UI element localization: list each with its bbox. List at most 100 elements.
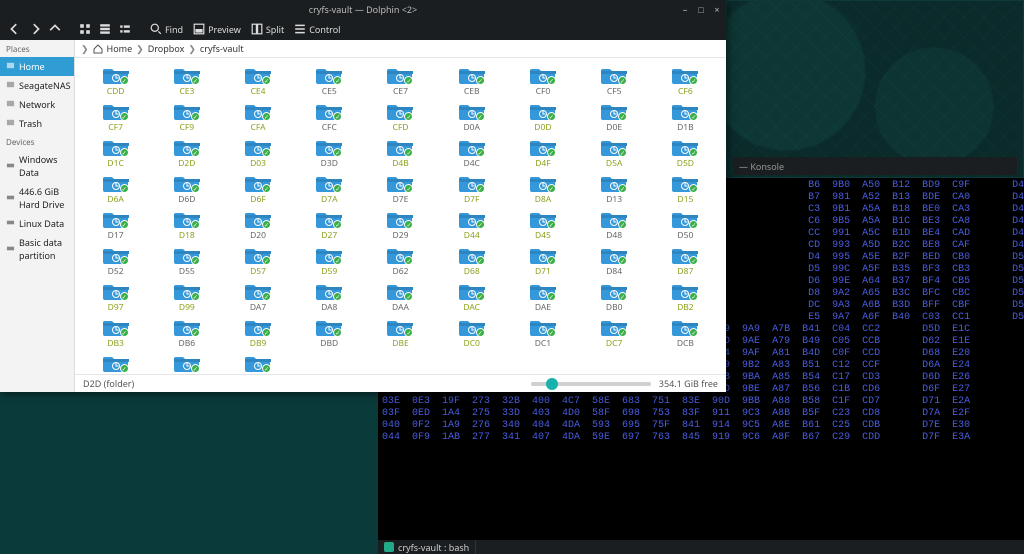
folder-item[interactable]: ✓DC1 xyxy=(508,316,577,350)
crumb-current[interactable]: cryfs-vault xyxy=(200,42,244,55)
folder-item[interactable]: ✓D0D xyxy=(508,100,577,134)
titlebar[interactable]: cryfs-vault — Dolphin <2> – □ × xyxy=(0,0,726,18)
split-button[interactable]: Split xyxy=(247,21,288,38)
folder-item[interactable]: ✓CEB xyxy=(437,64,506,98)
folder-item[interactable]: ✓D2D xyxy=(152,136,221,170)
sidebar-device[interactable]: Basic data partition xyxy=(0,233,74,265)
folder-item[interactable]: ✓D6D xyxy=(152,172,221,206)
sidebar-device[interactable]: 446.6 GiB Hard Drive xyxy=(0,182,74,214)
folder-item[interactable]: ✓D7E xyxy=(366,172,435,206)
folder-item[interactable]: ✓D5A xyxy=(580,136,649,170)
folder-item[interactable]: ✓DA7 xyxy=(223,280,292,314)
folder-item[interactable]: ✓D5D xyxy=(651,136,720,170)
folder-item[interactable]: ✓D8A xyxy=(508,172,577,206)
folder-item[interactable]: ✓DBD xyxy=(295,316,364,350)
folder-item[interactable]: ✓D17 xyxy=(81,208,150,242)
folder-item[interactable]: ✓DC7 xyxy=(580,316,649,350)
maximize-button[interactable]: □ xyxy=(696,4,706,14)
folder-item[interactable]: ✓DB6 xyxy=(152,316,221,350)
folder-item[interactable]: ✓DB2 xyxy=(651,280,720,314)
folder-item[interactable]: ✓DC0 xyxy=(437,316,506,350)
folder-item[interactable]: ✓D4C xyxy=(437,136,506,170)
folder-item[interactable]: ✓CF6 xyxy=(651,64,720,98)
folder-item[interactable]: ✓DE1 xyxy=(223,352,292,374)
sidebar-place-network[interactable]: Network xyxy=(0,95,74,114)
folder-item[interactable]: ✓D7F xyxy=(437,172,506,206)
folder-item[interactable]: ✓D03 xyxy=(223,136,292,170)
folder-item[interactable]: ✓DCB xyxy=(651,316,720,350)
folder-item[interactable]: ✓D52 xyxy=(81,244,150,278)
folder-item[interactable]: ✓DA8 xyxy=(295,280,364,314)
folder-item[interactable]: ✓CE7 xyxy=(366,64,435,98)
folder-item[interactable]: ✓D7A xyxy=(295,172,364,206)
folder-item[interactable]: ✓D48 xyxy=(580,208,649,242)
folder-item[interactable]: ✓DB9 xyxy=(223,316,292,350)
folder-item[interactable]: ✓D4F xyxy=(508,136,577,170)
folder-item[interactable]: ✓CE5 xyxy=(295,64,364,98)
folder-item[interactable]: ✓D20 xyxy=(223,208,292,242)
folder-item[interactable]: ✓DD8 xyxy=(152,352,221,374)
breadcrumb[interactable]: ❯ Home ❯ Dropbox ❯ cryfs-vault xyxy=(75,40,726,58)
folder-item[interactable]: ✓D15 xyxy=(651,172,720,206)
folder-item[interactable]: ✓D1B xyxy=(651,100,720,134)
folder-item[interactable]: ✓D13 xyxy=(580,172,649,206)
up-button[interactable] xyxy=(46,21,64,37)
folder-item[interactable]: ✓DBE xyxy=(366,316,435,350)
folder-item[interactable]: ✓D97 xyxy=(81,280,150,314)
folder-item[interactable]: ✓CF9 xyxy=(152,100,221,134)
sidebar-device[interactable]: Linux Data xyxy=(0,214,74,233)
folder-item[interactable]: ✓D45 xyxy=(508,208,577,242)
folder-item[interactable]: ✓D50 xyxy=(651,208,720,242)
folder-item[interactable]: ✓CFA xyxy=(223,100,292,134)
sidebar-place-seagatenas[interactable]: SeagateNAS xyxy=(0,76,74,95)
back-button[interactable] xyxy=(6,21,24,37)
folder-item[interactable]: ✓D71 xyxy=(508,244,577,278)
sidebar-place-home[interactable]: Home xyxy=(0,57,74,76)
details-view-button[interactable] xyxy=(116,21,134,37)
folder-item[interactable]: ✓CE3 xyxy=(152,64,221,98)
folder-item[interactable]: ✓CE4 xyxy=(223,64,292,98)
folder-item[interactable]: ✓D4B xyxy=(366,136,435,170)
folder-item[interactable]: ✓D87 xyxy=(651,244,720,278)
folder-item[interactable]: ✓D1C xyxy=(81,136,150,170)
folder-item[interactable]: ✓CFC xyxy=(295,100,364,134)
folder-item[interactable]: ✓D27 xyxy=(295,208,364,242)
folder-item[interactable]: ✓CF7 xyxy=(81,100,150,134)
zoom-slider-thumb[interactable] xyxy=(546,378,558,390)
folder-item[interactable]: ✓CF0 xyxy=(508,64,577,98)
minimize-button[interactable]: – xyxy=(680,4,690,14)
folder-item[interactable]: ✓D6F xyxy=(223,172,292,206)
folder-item[interactable]: ✓CDD xyxy=(81,64,150,98)
folder-item[interactable]: ✓CF5 xyxy=(580,64,649,98)
icons-view-button[interactable] xyxy=(76,21,94,37)
folder-item[interactable]: ✓DAE xyxy=(508,280,577,314)
crumb-dropbox[interactable]: Dropbox xyxy=(148,42,185,55)
folder-item[interactable]: ✓D0E xyxy=(580,100,649,134)
folder-item[interactable]: ✓D55 xyxy=(152,244,221,278)
compact-view-button[interactable] xyxy=(96,21,114,37)
folder-item[interactable]: ✓D99 xyxy=(152,280,221,314)
folder-item[interactable]: ✓D0A xyxy=(437,100,506,134)
folder-item[interactable]: ✓D59 xyxy=(295,244,364,278)
folder-item[interactable]: ✓D44 xyxy=(437,208,506,242)
crumb-home[interactable]: Home xyxy=(107,42,133,55)
folder-item[interactable]: ✓D57 xyxy=(223,244,292,278)
sidebar-device[interactable]: Windows Data xyxy=(0,150,74,182)
folder-item[interactable]: ✓DB3 xyxy=(81,316,150,350)
sidebar-place-trash[interactable]: Trash xyxy=(0,114,74,133)
folder-item[interactable]: ✓D3D xyxy=(295,136,364,170)
folder-item[interactable]: ✓D68 xyxy=(437,244,506,278)
zoom-slider[interactable] xyxy=(531,382,651,386)
preview-button[interactable]: Preview xyxy=(189,21,245,38)
find-button[interactable]: Find xyxy=(146,21,187,38)
folder-item[interactable]: ✓D6A xyxy=(81,172,150,206)
folder-item[interactable]: ✓DB0 xyxy=(580,280,649,314)
folder-item[interactable]: ✓DAC xyxy=(437,280,506,314)
folder-item[interactable]: ✓D62 xyxy=(366,244,435,278)
close-button[interactable]: × xyxy=(712,4,722,14)
folder-item[interactable]: ✓DD3 xyxy=(81,352,150,374)
folder-item[interactable]: ✓CFD xyxy=(366,100,435,134)
folder-item[interactable]: ✓D18 xyxy=(152,208,221,242)
forward-button[interactable] xyxy=(26,21,44,37)
folder-item[interactable]: ✓DAA xyxy=(366,280,435,314)
